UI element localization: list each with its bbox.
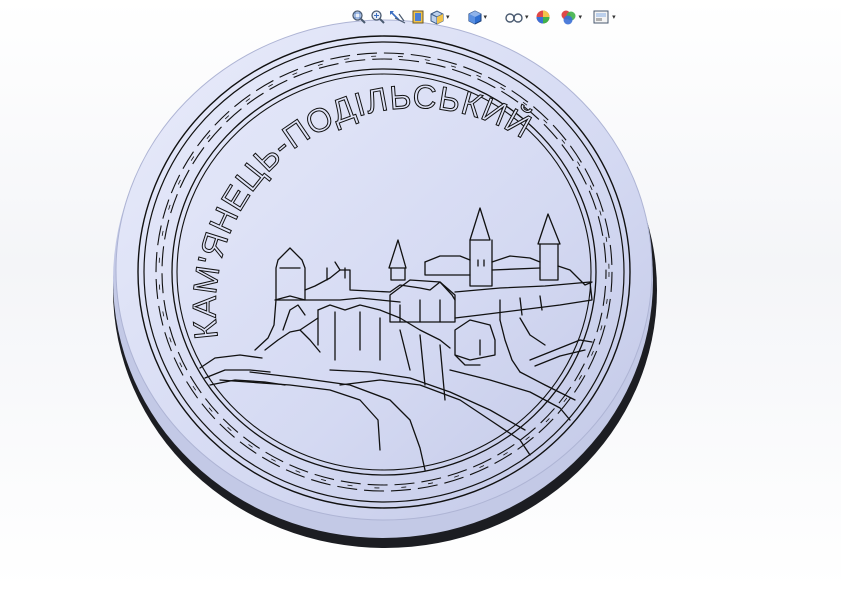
graphics-area[interactable]: КАМ'ЯНЕЦЬ-ПОДІЛЬСЬКИЙ ▾ ▾ ▾ ▾ ▾ [0, 0, 841, 589]
edit-appearance-icon [536, 10, 550, 24]
zoom-to-fit-icon [352, 10, 366, 24]
display-style-button[interactable]: ▾ [466, 7, 489, 27]
display-style-icon [468, 10, 482, 25]
zoom-to-area-button[interactable] [369, 7, 387, 27]
view-orientation-button[interactable]: ▾ [428, 7, 451, 27]
view-settings-icon [593, 10, 609, 24]
hide-show-items-dropdown[interactable]: ▾ [525, 13, 529, 21]
hide-show-items-button[interactable]: ▾ [503, 7, 530, 27]
zoom-to-fit-button[interactable] [350, 7, 368, 27]
previous-view-button[interactable] [388, 7, 408, 27]
view-settings-dropdown[interactable]: ▾ [612, 13, 616, 21]
edit-appearance-button[interactable] [534, 7, 552, 27]
apply-scene-dropdown[interactable]: ▾ [579, 13, 583, 21]
section-view-button[interactable] [409, 7, 427, 27]
heads-up-view-toolbar: ▾ ▾ ▾ ▾ ▾ [350, 6, 617, 28]
previous-view-icon [390, 11, 406, 24]
apply-scene-button[interactable]: ▾ [559, 7, 584, 27]
coin-model[interactable]: КАМ'ЯНЕЦЬ-ПОДІЛЬСЬКИЙ [0, 0, 841, 589]
view-settings-button[interactable]: ▾ [592, 7, 617, 27]
apply-scene-icon [561, 10, 576, 25]
view-orientation-icon [430, 10, 444, 25]
view-orientation-dropdown[interactable]: ▾ [446, 13, 450, 21]
hide-show-items-icon [505, 13, 523, 23]
section-view-icon [412, 10, 424, 24]
zoom-to-area-icon [371, 10, 385, 24]
display-style-dropdown[interactable]: ▾ [484, 13, 488, 21]
